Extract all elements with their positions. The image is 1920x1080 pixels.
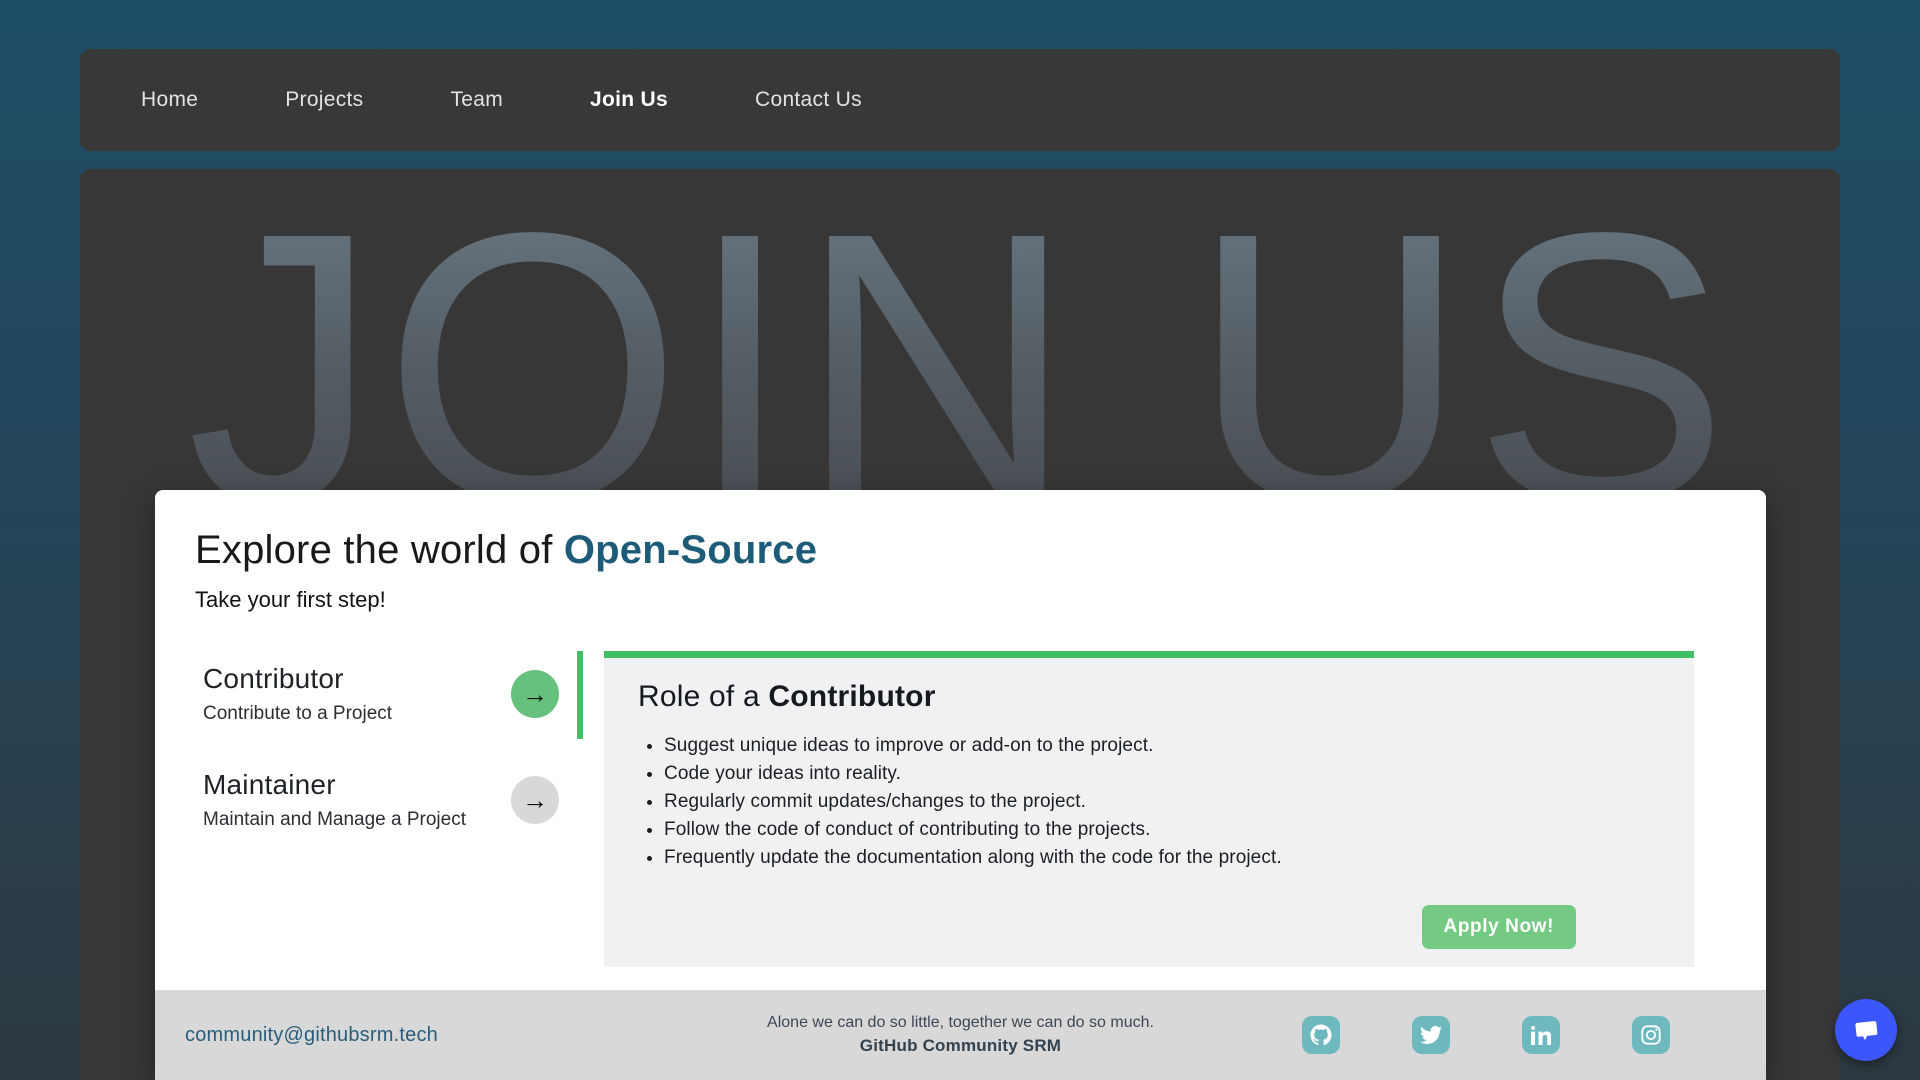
nav-item-home[interactable]: Home [141,88,198,112]
role-option-title: Contributor [203,663,392,695]
active-indicator-column [559,651,604,967]
nav-item-contact-us[interactable]: Contact Us [755,88,862,112]
role-panel-heading: Role of a Contributor [638,680,1660,714]
top-navbar: Home Projects Team Join Us Contact Us [80,49,1840,151]
role-option-maintainer[interactable]: Maintainer Maintain and Manage a Project… [195,757,559,847]
role-duty-item: Follow the code of conduct of contributi… [664,816,1660,844]
maintainer-arrow-button[interactable]: → [511,776,559,824]
contributor-arrow-button[interactable]: → [511,670,559,718]
role-option-subtitle: Maintain and Manage a Project [203,809,466,831]
role-option-title: Maintainer [203,769,466,801]
chat-widget-button[interactable] [1835,999,1897,1061]
page-title-highlight: Open-Source [564,528,817,572]
nav-item-join-us[interactable]: Join Us [590,88,668,112]
arrow-right-icon: → [522,787,548,813]
role-option-subtitle: Contribute to a Project [203,703,392,725]
linkedin-icon[interactable] [1522,1016,1560,1054]
role-duties-list: Suggest unique ideas to improve or add-o… [638,732,1660,873]
role-duty-item: Regularly commit updates/changes to the … [664,788,1660,816]
social-links [1302,1016,1670,1054]
role-detail-panel: Role of a Contributor Suggest unique ide… [604,651,1694,967]
chat-bubble-icon [1851,1015,1881,1045]
instagram-icon[interactable] [1632,1016,1670,1054]
role-duty-item: Frequently update the documentation alon… [664,844,1660,872]
page-title: Explore the world of Open-Source [195,528,1726,573]
footer: community@githubsrm.tech Alone we can do… [155,990,1766,1080]
github-icon[interactable] [1302,1016,1340,1054]
footer-email-link[interactable]: community@githubsrm.tech [185,1024,438,1047]
footer-org-name: GitHub Community SRM [661,1036,1261,1056]
nav-item-projects[interactable]: Projects [285,88,363,112]
footer-center-block: Alone we can do so little, together we c… [661,1014,1261,1056]
role-duty-item: Code your ideas into reality. [664,760,1660,788]
page-subtitle: Take your first step! [195,587,1726,613]
role-heading-prefix: Role of a [638,680,768,713]
twitter-icon[interactable] [1412,1016,1450,1054]
role-option-text: Maintainer Maintain and Manage a Project [203,769,466,831]
roles-row: Contributor Contribute to a Project → Ma… [195,651,1726,967]
active-role-indicator [577,651,583,739]
apply-row: Apply Now! [638,905,1660,949]
nav-item-team[interactable]: Team [450,88,503,112]
footer-quote: Alone we can do so little, together we c… [661,1014,1261,1032]
role-option-text: Contributor Contribute to a Project [203,663,392,725]
role-options-list: Contributor Contribute to a Project → Ma… [195,651,559,967]
role-heading-name: Contributor [768,680,935,713]
role-duty-item: Suggest unique ideas to improve or add-o… [664,732,1660,760]
apply-now-button[interactable]: Apply Now! [1422,905,1577,949]
page-title-prefix: Explore the world of [195,528,564,572]
join-card-body: Explore the world of Open-Source Take yo… [155,490,1766,990]
join-card: Explore the world of Open-Source Take yo… [155,490,1766,1080]
role-option-contributor[interactable]: Contributor Contribute to a Project → [195,651,559,741]
arrow-right-icon: → [522,681,548,707]
